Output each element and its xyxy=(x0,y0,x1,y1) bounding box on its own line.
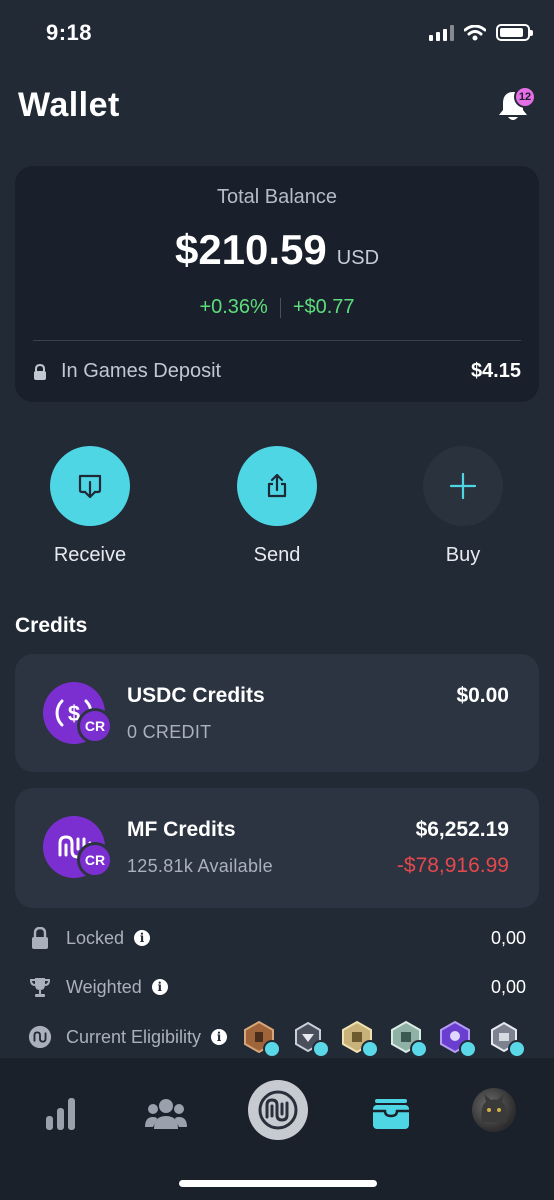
home-logo-icon xyxy=(258,1090,298,1130)
nav-wallet[interactable] xyxy=(361,1086,421,1142)
info-icon[interactable]: i xyxy=(134,930,151,946)
balance-label: Total Balance xyxy=(216,186,338,208)
balance-change: +0.36% +$0.77 xyxy=(15,296,539,319)
rank-badge-icon[interactable] xyxy=(486,1020,527,1058)
receive-button[interactable]: Receive xyxy=(20,446,160,567)
community-icon xyxy=(145,1099,187,1129)
home-indicator[interactable] xyxy=(179,1180,377,1187)
wifi-icon xyxy=(464,24,486,40)
rank-badge-icon[interactable] xyxy=(437,1020,478,1058)
balance-row: $210.59 USD xyxy=(15,226,539,274)
change-amount: +$0.77 xyxy=(292,296,355,318)
send-circle[interactable] xyxy=(237,446,317,526)
deposit-row: In Games Deposit $4.15 xyxy=(33,360,521,383)
eligibility-badges xyxy=(241,1020,527,1058)
info-icon[interactable]: i xyxy=(211,1029,228,1045)
signal-icon xyxy=(429,24,454,41)
buy-circle[interactable] xyxy=(423,446,503,526)
receive-label: Receive xyxy=(53,544,127,566)
badge-dot xyxy=(459,1040,478,1058)
rank-badge-icon[interactable] xyxy=(241,1020,282,1058)
info-icon[interactable]: i xyxy=(151,979,168,995)
notifications-button[interactable]: 12 xyxy=(496,86,536,124)
lock-icon xyxy=(28,926,52,950)
status-icons xyxy=(429,24,533,41)
buy-label: Buy xyxy=(445,544,481,566)
badge-dot xyxy=(410,1040,429,1058)
nav-community[interactable] xyxy=(136,1086,196,1142)
stats-icon xyxy=(46,1098,75,1130)
eligibility-row: Current Eligibility i xyxy=(28,1020,527,1058)
weighted-value: 0,00 xyxy=(490,976,526,997)
profile-avatar[interactable] xyxy=(472,1088,516,1132)
deposit-label: In Games Deposit xyxy=(61,360,222,382)
credit-change: -$78,916.99 xyxy=(396,854,509,877)
status-time: 9:18 xyxy=(46,20,93,45)
badge-dot xyxy=(312,1040,331,1058)
balance-amount: $210.59 xyxy=(174,226,327,273)
badge-dot xyxy=(508,1040,527,1058)
credit-sub: 0 CREDIT xyxy=(127,722,212,742)
credit-value: $0.00 xyxy=(456,684,509,707)
weighted-row: Weighted i 0,00 xyxy=(28,975,526,999)
receive-icon xyxy=(78,474,102,499)
rank-badge-icon[interactable] xyxy=(339,1020,380,1058)
send-button[interactable]: Send xyxy=(207,446,347,567)
send-label: Send xyxy=(253,544,301,566)
notification-badge: 12 xyxy=(514,86,536,108)
credit-name: USDC Credits xyxy=(127,684,265,707)
credit-name: MF Credits xyxy=(127,818,236,841)
wallet-icon xyxy=(373,1099,409,1129)
nav-home[interactable] xyxy=(248,1080,308,1140)
eligibility-logo-icon xyxy=(28,1025,52,1049)
credit-sub: 125.81k Available xyxy=(127,856,273,876)
credits-title: Credits xyxy=(15,614,88,637)
nav-stats[interactable] xyxy=(31,1086,91,1142)
change-percent: +0.36% xyxy=(199,296,268,318)
trophy-icon xyxy=(28,975,52,999)
buy-button[interactable]: Buy xyxy=(393,446,533,567)
weighted-label: Weighted xyxy=(66,976,142,997)
balance-currency: USD xyxy=(336,247,380,269)
credit-value: $6,252.19 xyxy=(415,818,509,841)
change-divider xyxy=(279,297,281,318)
send-icon xyxy=(267,473,287,498)
receive-circle[interactable] xyxy=(50,446,130,526)
credit-badge: CR xyxy=(77,842,113,878)
mf-credits-card[interactable]: CR MF Credits 125.81k Available $6,252.1… xyxy=(15,788,539,908)
bottom-nav xyxy=(0,1058,554,1200)
rank-badge-icon[interactable] xyxy=(388,1020,429,1058)
page-title: Wallet xyxy=(18,86,120,124)
lock-icon xyxy=(34,363,46,380)
badge-dot xyxy=(361,1040,380,1058)
locked-label: Locked xyxy=(66,927,125,948)
card-divider xyxy=(33,340,521,341)
usdc-credits-card[interactable]: $ CR USDC Credits 0 CREDIT $0.00 xyxy=(15,654,539,772)
plus-icon xyxy=(449,472,477,500)
battery-icon xyxy=(496,24,533,41)
balance-card: Total Balance $210.59 USD +0.36% +$0.77 … xyxy=(15,166,539,402)
badge-dot xyxy=(263,1040,282,1058)
locked-row: Locked i 0,00 xyxy=(28,926,526,950)
locked-value: 0,00 xyxy=(490,927,526,948)
status-bar: 9:18 xyxy=(0,0,554,66)
rank-badge-icon[interactable] xyxy=(290,1020,331,1058)
credit-badge: CR xyxy=(77,708,113,744)
deposit-value: $4.15 xyxy=(470,360,521,382)
action-buttons: Receive Send Buy xyxy=(0,446,554,576)
eligibility-label: Current Eligibility xyxy=(66,1026,202,1047)
